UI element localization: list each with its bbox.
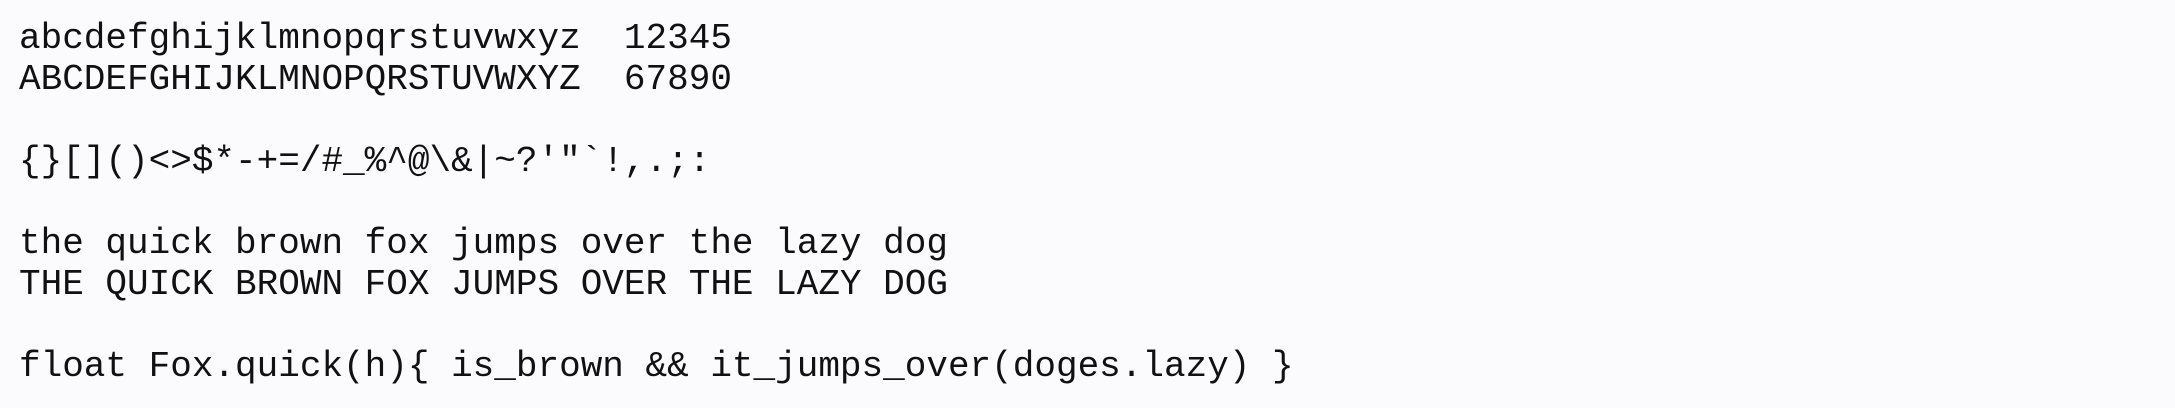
pangram-lower-line: the quick brown fox jumps over the lazy … bbox=[19, 223, 948, 264]
font-specimen: abcdefghijklmnopqrstuvwxyz 12345 ABCDEFG… bbox=[19, 18, 1294, 387]
pangram-upper-line: THE QUICK BROWN FOX JUMPS OVER THE LAZY … bbox=[19, 264, 948, 305]
lowercase-alphabet-line: abcdefghijklmnopqrstuvwxyz 12345 bbox=[19, 18, 732, 59]
code-sample-line: float Fox.quick(h){ is_brown && it_jumps… bbox=[19, 346, 1294, 387]
symbols-line: {}[]()<>$*-+=/#_%^@\&|~?'"`!,.;: bbox=[19, 141, 711, 182]
uppercase-alphabet-line: ABCDEFGHIJKLMNOPQRSTUVWXYZ 67890 bbox=[19, 59, 732, 100]
